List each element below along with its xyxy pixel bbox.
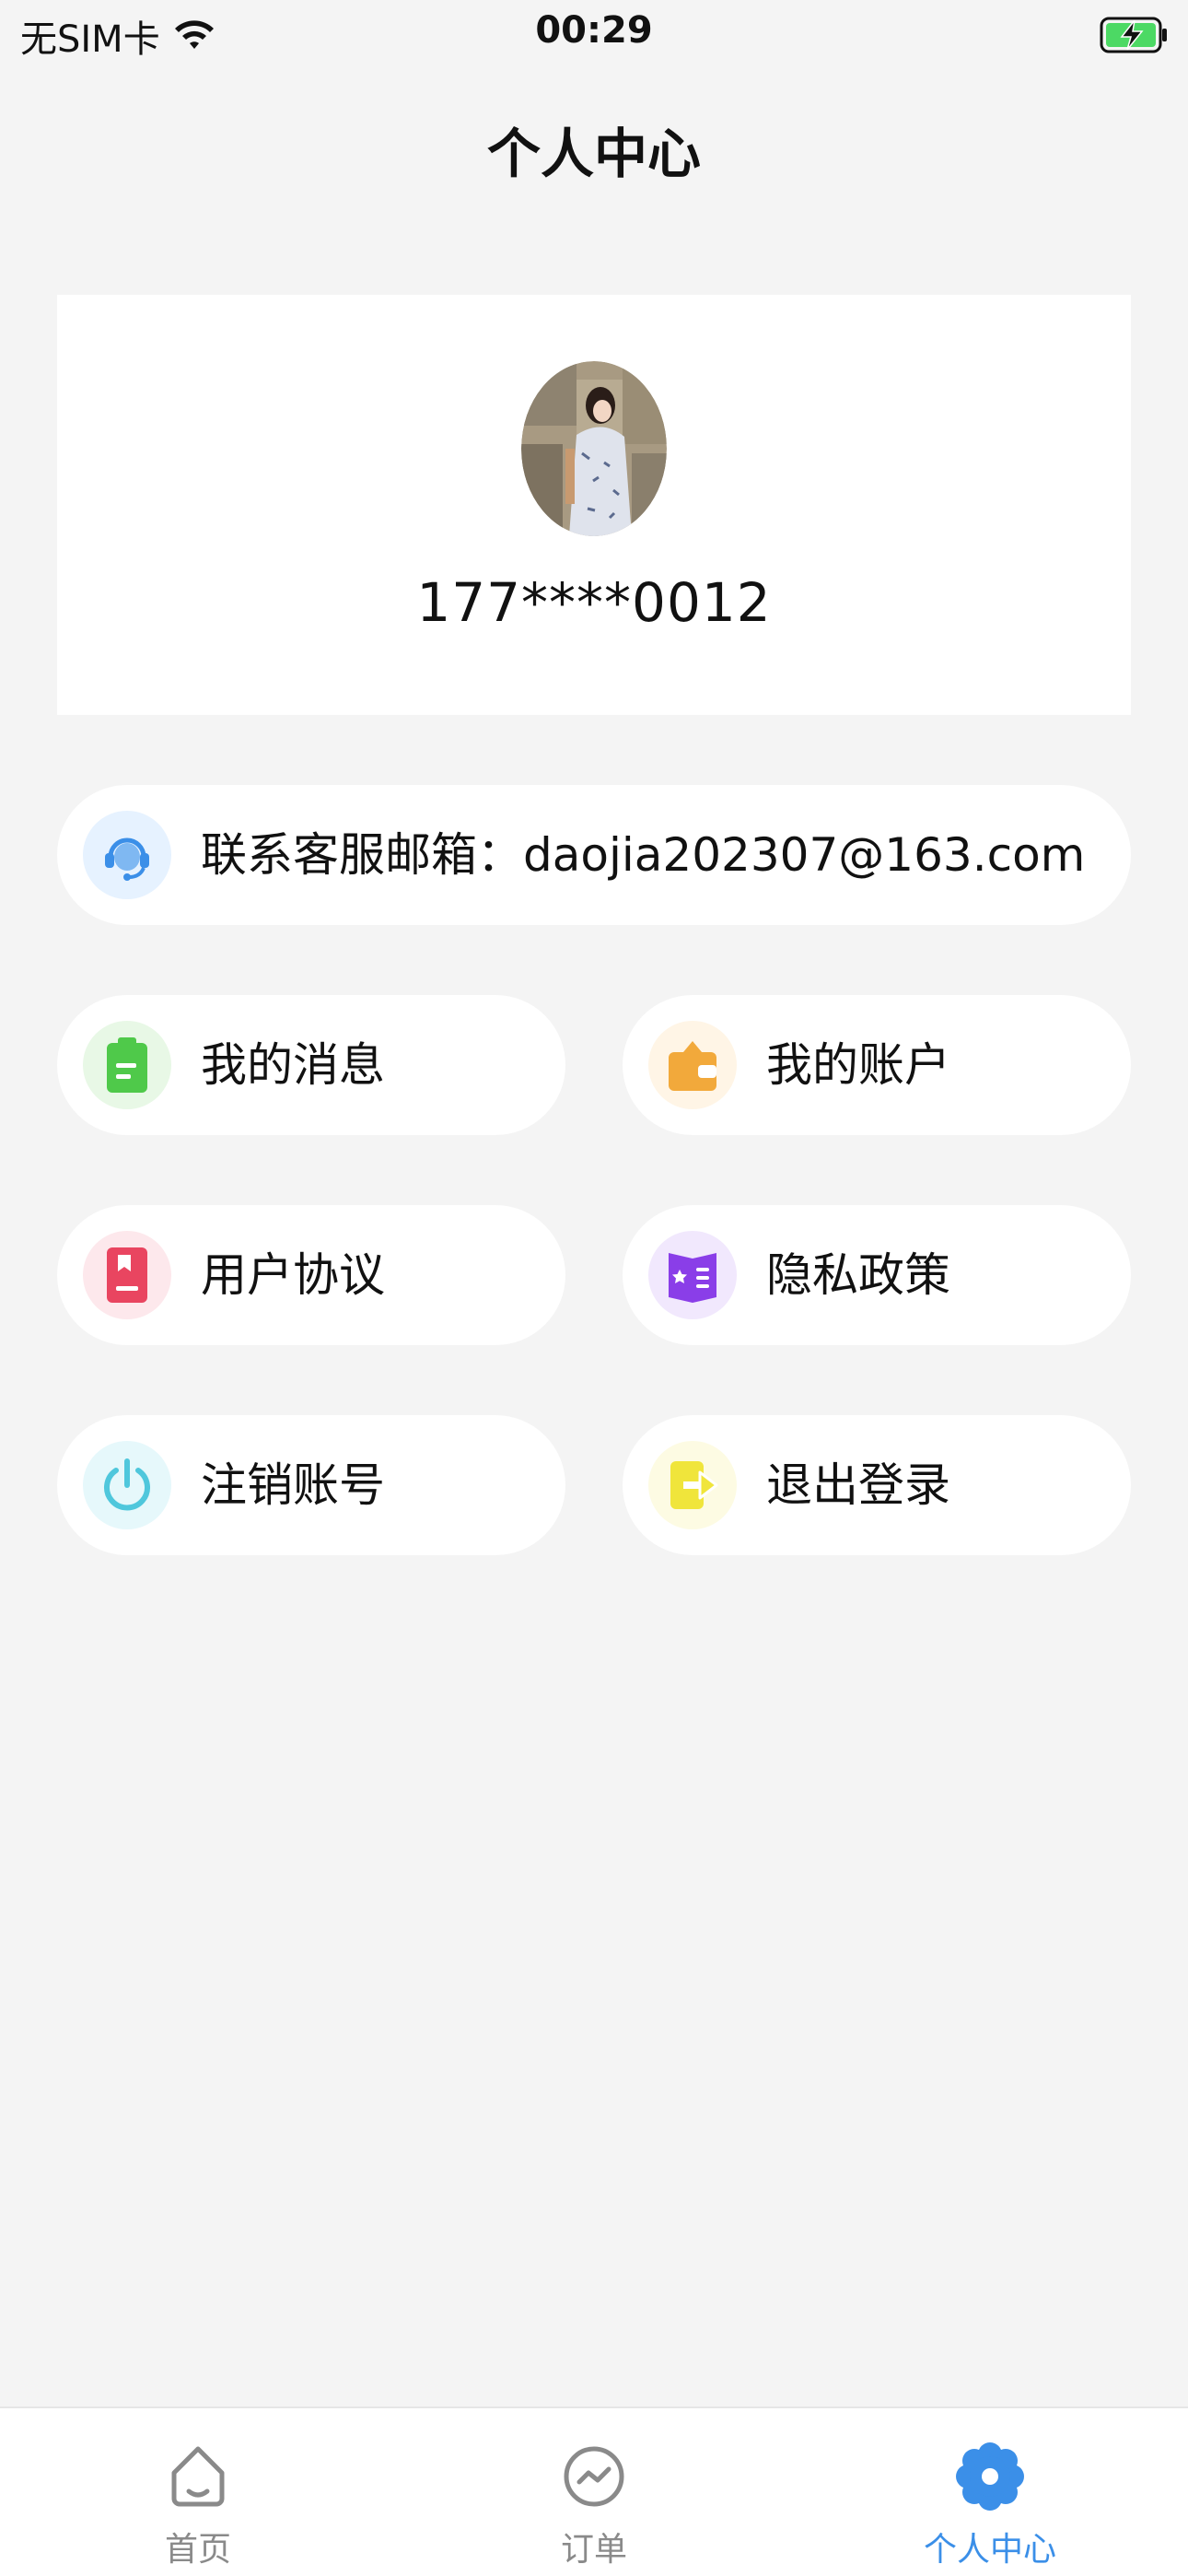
page-title: 个人中心 [486, 123, 701, 185]
status-bar: 无SIM卡 00:29 [0, 0, 1188, 74]
service-icon-badge [83, 811, 171, 899]
user-agreement-label: 用户协议 [201, 1248, 385, 1302]
tab-home[interactable]: 首页 [0, 2408, 396, 2576]
tab-orders-label: 订单 [560, 2531, 627, 2569]
logout-icon [670, 1461, 718, 1509]
privacy-policy-button[interactable]: 隐私政策 [623, 1205, 1131, 1345]
my-account-label: 我的账户 [766, 1038, 950, 1092]
logout-label: 退出登录 [766, 1458, 950, 1512]
messages-icon-badge [83, 1021, 171, 1109]
clipboard-icon [107, 1037, 147, 1093]
my-messages-button[interactable]: 我的消息 [57, 995, 565, 1135]
battery-charging-icon [1100, 17, 1167, 53]
phone-number: 177****0012 [416, 571, 772, 634]
power-icon [104, 1458, 150, 1511]
customer-service-email[interactable]: 联系客服邮箱：daojia202307@163.com [57, 785, 1131, 925]
tab-bar: 首页 订单 个人中心 [0, 2406, 1188, 2576]
headset-icon [105, 837, 149, 881]
profile-card: 177****0012 [57, 295, 1131, 715]
privacy-icon-badge [648, 1231, 737, 1319]
delete-account-label: 注销账号 [201, 1458, 385, 1512]
gear-flower-icon [956, 2442, 1024, 2511]
logout-icon-badge [648, 1441, 737, 1529]
screen: 无SIM卡 00:29 个人中心 177****0012 联系客服邮箱：daoj… [0, 0, 1188, 2576]
service-email-label: 联系客服邮箱：daojia202307@163.com [201, 828, 1086, 882]
tab-orders[interactable]: 订单 [396, 2408, 792, 2576]
home-icon [171, 2446, 225, 2507]
orders-icon [564, 2446, 624, 2507]
logout-button[interactable]: 退出登录 [623, 1415, 1131, 1555]
delete-account-icon-badge [83, 1441, 171, 1529]
avatar[interactable] [521, 361, 667, 536]
user-agreement-button[interactable]: 用户协议 [57, 1205, 565, 1345]
document-icon [107, 1247, 147, 1303]
tab-profile[interactable]: 个人中心 [792, 2408, 1188, 2576]
delete-account-button[interactable]: 注销账号 [57, 1415, 565, 1555]
privacy-book-icon [669, 1253, 716, 1303]
status-time: 00:29 [535, 9, 653, 52]
wallet-icon [669, 1041, 716, 1091]
privacy-policy-label: 隐私政策 [766, 1248, 950, 1302]
account-icon-badge [648, 1021, 737, 1109]
my-messages-label: 我的消息 [201, 1038, 385, 1092]
tab-home-label: 首页 [164, 2531, 231, 2569]
my-account-button[interactable]: 我的账户 [623, 995, 1131, 1135]
tab-profile-label: 个人中心 [923, 2531, 1056, 2569]
agreement-icon-badge [83, 1231, 171, 1319]
